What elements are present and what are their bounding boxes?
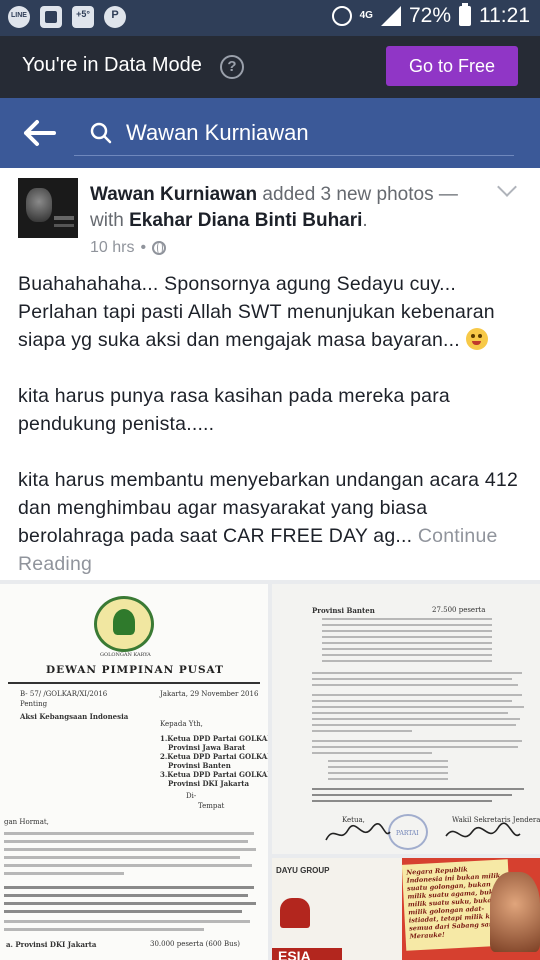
help-icon[interactable]: ? [220,55,244,79]
status-bar: LINE +5° P 4G 72% 11:21 [0,0,540,36]
portrait-image [490,872,540,952]
feed-post: Wawan Kurniawan added 3 new photos — wit… [0,168,540,960]
signature-left [325,823,391,841]
signature-right [445,822,521,838]
globe-icon [152,241,167,255]
tagged-name[interactable]: Ekahar Diana Binti Buhari [129,210,362,231]
photo-document-list[interactable]: Provinsi Banten 27.500 peserta Ketua, Wa… [272,584,540,854]
garuda-icon [280,898,310,928]
paragraph-3: kita harus membantu menyebarkan undangan… [18,469,518,575]
go-to-free-button[interactable]: Go to Free [386,46,518,86]
search-input[interactable]: Wawan Kurniawan [74,110,514,156]
battery-percent: 72% [408,4,451,27]
network-type: 4G [359,10,373,21]
battery-icon [459,3,471,26]
avatar[interactable] [18,178,78,238]
emoji-icon [465,328,488,350]
search-header: Wawan Kurniawan [0,98,540,168]
post-text: Buahahahaha... Sponsornya agung Sedayu c… [18,270,524,606]
data-mode-text: You're in Data Mode [22,54,202,76]
author-name[interactable]: Wawan Kurniawan [90,184,257,205]
alarm-icon [331,6,352,26]
gallery-icon [40,6,62,28]
line-icon: LINE [8,6,30,28]
data-mode-banner: You're in Data Mode ? Go to Free [0,36,540,98]
post-meta: 10 hrs • [90,239,167,257]
paragraph-1: Buahahahaha... Sponsornya agung Sedayu c… [18,273,495,351]
app-icon: +5° [72,6,94,28]
pinterest-icon: P [104,6,126,28]
notification-icons: LINE +5° P [8,6,126,28]
back-arrow-icon[interactable] [22,118,56,148]
photo-letter[interactable]: GOLONGAN KARYA DEWAN PIMPINAN PUSAT B- 5… [0,584,268,960]
post-header: Wawan Kurniawan added 3 new photos — wit… [90,184,458,231]
chevron-down-icon[interactable] [497,177,517,197]
search-icon [90,122,112,144]
photo-poster[interactable]: DAYU GROUP ESIA Negara Republik Indonesi… [272,858,540,960]
post-time[interactable]: 10 hrs [90,239,134,257]
photo-grid: GOLONGAN KARYA DEWAN PIMPINAN PUSAT B- 5… [0,580,540,960]
system-indicators: 4G 72% 11:21 [331,3,530,28]
golkar-emblem [94,596,154,652]
clock: 11:21 [479,4,530,27]
signal-icon [380,6,401,26]
search-query: Wawan Kurniawan [126,120,309,145]
paragraph-2: kita harus punya rasa kasihan pada merek… [18,385,450,435]
